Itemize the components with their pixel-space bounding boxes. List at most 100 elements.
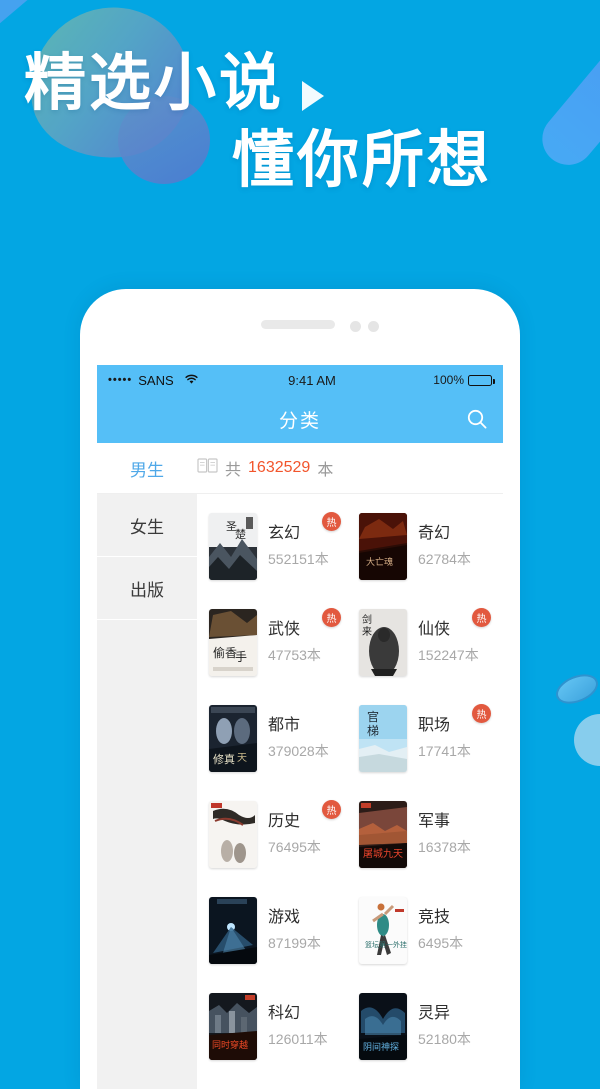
category-sidebar: 女生 出版 (97, 494, 197, 1089)
category-count: 76495本 (268, 838, 321, 855)
category-name: 都市 (268, 717, 301, 735)
sensor-dot (368, 321, 379, 332)
book-cover-thumbnail: 大亡魂 (359, 512, 407, 580)
search-icon[interactable] (464, 406, 490, 432)
category-name: 奇幻 (418, 525, 451, 543)
category-cell[interactable]: 圣楚 玄幻 552151本 热 (203, 498, 353, 594)
open-book-icon (197, 457, 218, 479)
sidebar-item-girl[interactable]: 女生 (97, 494, 197, 557)
battery-percent-label: 100% (433, 373, 464, 387)
total-count-row: 男生 共 1632529 本 (97, 443, 503, 494)
book-cover-thumbnail: 剑来 (359, 608, 407, 676)
signal-dots-icon: ••••• (108, 374, 133, 386)
category-name: 仙侠 (418, 621, 451, 639)
book-cover-thumbnail: 修真天 (209, 704, 257, 772)
svg-text:梯: 梯 (367, 724, 379, 738)
book-cover-thumbnail: 偷香手 (209, 608, 257, 676)
soft-circle-shape (574, 714, 600, 766)
tab-boy[interactable]: 男生 (97, 456, 197, 481)
category-count: 552151本 (268, 550, 329, 567)
app-nav-bar: 分类 (97, 395, 503, 443)
category-name: 职场 (418, 717, 451, 735)
promo-headline: 精选小说 懂你所想 (0, 0, 600, 192)
content-area: 女生 出版 圣楚 玄幻 552151本 热 大亡魂 奇幻 62784本 偷香 手… (97, 494, 503, 1089)
category-count: 126011本 (268, 1030, 328, 1047)
battery-full-icon (468, 374, 495, 386)
category-count: 52180本 (418, 1030, 471, 1047)
svg-text:来: 来 (362, 626, 372, 638)
category-count: 17741本 (418, 742, 471, 759)
total-books-count: 1632529 (248, 459, 311, 476)
category-count: 152247本 (418, 646, 479, 663)
category-cell[interactable]: 剑来 仙侠 152247本 热 (353, 594, 503, 690)
speaker-slot (261, 320, 335, 329)
wifi-icon (184, 373, 199, 388)
category-cell[interactable]: 阴间神探 灵异 52180本 (353, 978, 503, 1074)
camera-dot (350, 321, 361, 332)
category-cell[interactable]: 游戏 87199本 (203, 882, 353, 978)
category-name: 玄幻 (268, 525, 301, 543)
svg-text:手: 手 (235, 650, 247, 664)
svg-text:同时穿越: 同时穿越 (212, 1039, 248, 1051)
page-title: 分类 (278, 410, 321, 432)
book-cover-thumbnail: 官梯 (359, 704, 407, 772)
ellipse-disc-shape (551, 668, 600, 710)
clock-label: 9:41 AM (288, 372, 336, 388)
book-cover-thumbnail (209, 800, 257, 868)
book-cover-thumbnail (209, 896, 257, 964)
svg-text:阴间神探: 阴间神探 (363, 1041, 399, 1053)
category-cell[interactable]: 历史 76495本 热 (203, 786, 353, 882)
category-cell[interactable]: 大亡魂 奇幻 62784本 (353, 498, 503, 594)
play-triangle-icon (302, 80, 325, 111)
book-cover-thumbnail: 阴间神探 (359, 992, 407, 1060)
hot-badge: 热 (322, 512, 341, 531)
sidebar-item-label: 女生 (130, 517, 164, 537)
category-name: 灵异 (418, 1005, 451, 1023)
category-count: 16378本 (418, 838, 471, 855)
category-count: 47753本 (268, 646, 321, 663)
svg-text:天: 天 (237, 753, 247, 764)
category-grid: 圣楚 玄幻 552151本 热 大亡魂 奇幻 62784本 偷香 手 武侠 47… (197, 494, 503, 1089)
svg-text:楚: 楚 (235, 527, 246, 541)
count-prefix: 共 (225, 462, 242, 479)
category-cell[interactable]: 官梯 职场 17741本 热 (353, 690, 503, 786)
hot-badge: 热 (472, 608, 491, 627)
carrier-label: SANS (138, 372, 174, 388)
book-cover-thumbnail: 同时穿越 (209, 992, 257, 1060)
category-name: 科幻 (268, 1005, 301, 1023)
phone-screen: ••••• SANS 9:41 AM 100% 分类 男生 共 1632529 … (97, 365, 503, 1089)
sidebar-item-publish[interactable]: 出版 (97, 557, 197, 620)
category-name: 军事 (418, 813, 451, 831)
book-cover-thumbnail: 屠城九天 (359, 800, 407, 868)
hot-badge: 热 (322, 608, 341, 627)
phone-mockup-frame: ••••• SANS 9:41 AM 100% 分类 男生 共 1632529 … (80, 289, 520, 1089)
svg-text:屠城九天: 屠城九天 (363, 848, 403, 860)
headline-line-2: 懂你所想 (232, 123, 493, 197)
category-name: 武侠 (268, 621, 301, 639)
count-suffix: 本 (317, 462, 334, 479)
headline-line-1: 精选小说 (24, 46, 285, 119)
category-count: 87199本 (268, 934, 321, 951)
svg-text:官: 官 (367, 709, 379, 724)
category-cell[interactable]: 偷香手 武侠 47753本 热 (203, 594, 353, 690)
hot-badge: 热 (472, 704, 491, 723)
book-cover-thumbnail: 圣楚 (209, 512, 257, 580)
category-name: 竞技 (418, 909, 451, 927)
book-cover-thumbnail: 篮坛第一外挂 (359, 896, 407, 964)
category-count: 62784本 (418, 550, 471, 567)
svg-text:剑: 剑 (362, 613, 372, 626)
svg-text:修真: 修真 (213, 752, 235, 766)
category-cell[interactable]: 同时穿越 科幻 126011本 (203, 978, 353, 1074)
svg-text:篮坛第一外挂: 篮坛第一外挂 (365, 940, 407, 949)
sidebar-item-label: 出版 (130, 580, 164, 600)
svg-text:偷香: 偷香 (213, 645, 237, 660)
category-cell[interactable]: 修真天 都市 379028本 (203, 690, 353, 786)
status-bar: ••••• SANS 9:41 AM 100% (97, 365, 503, 395)
category-cell[interactable]: 屠城九天 军事 16378本 (353, 786, 503, 882)
category-count: 379028本 (268, 742, 329, 759)
category-name: 历史 (268, 813, 301, 831)
category-cell[interactable]: 篮坛第一外挂 竞技 6495本 (353, 882, 503, 978)
svg-text:大亡魂: 大亡魂 (366, 556, 393, 568)
category-name: 游戏 (268, 909, 301, 927)
hot-badge: 热 (322, 800, 341, 819)
